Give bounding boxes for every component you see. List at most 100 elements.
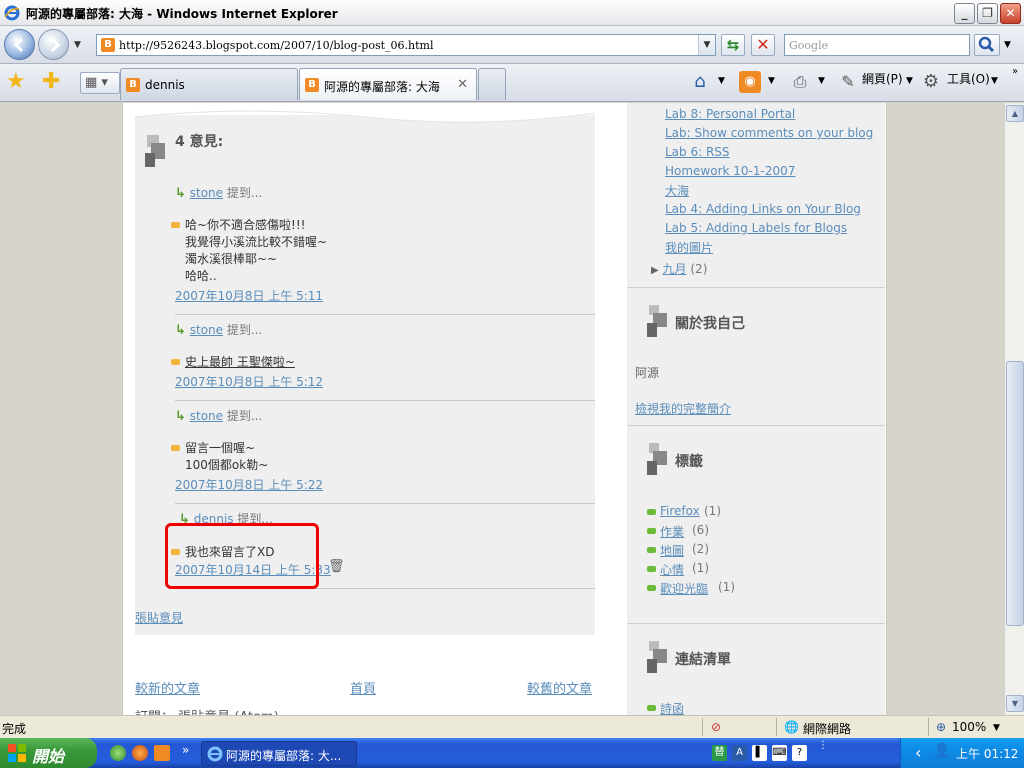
start-button[interactable]: 開始: [0, 738, 97, 768]
subscribe-line[interactable]: 訂閱： 張貼意見 (Atom): [135, 706, 279, 715]
comment-divider: [175, 314, 595, 315]
archive-post-link[interactable]: Lab 4: Adding Links on Your Blog: [665, 202, 861, 216]
media-player-icon[interactable]: [110, 745, 126, 761]
gear-icon[interactable]: ⚙: [920, 71, 942, 93]
search-icon: [978, 36, 995, 53]
label-bullet-icon: [647, 528, 656, 534]
post-comment-link[interactable]: 張貼意見: [135, 609, 183, 626]
history-dropdown-icon[interactable]: ▼: [74, 40, 81, 50]
comment-line-link[interactable]: 史上最帥 王聖傑啦~: [185, 355, 295, 369]
expand-triangle-icon[interactable]: ▶: [651, 265, 659, 276]
tab-close-icon[interactable]: ✕: [457, 77, 468, 92]
home-dropdown-icon[interactable]: ▼: [718, 76, 725, 86]
label-count: (1): [718, 580, 735, 594]
zoom-level[interactable]: 100%: [952, 720, 986, 734]
comment-timestamp-link[interactable]: 2007年10月8日 上午 5:12: [175, 373, 323, 390]
zoom-icon[interactable]: ⊕: [936, 720, 946, 734]
more-chevron-icon[interactable]: »: [1012, 66, 1018, 77]
address-dropdown-icon[interactable]: ▼: [698, 35, 715, 55]
vertical-scrollbar[interactable]: ▲ ▼: [1004, 103, 1024, 715]
comment-timestamp-link[interactable]: 2007年10月8日 上午 5:11: [175, 287, 323, 304]
label-count: (1): [692, 561, 709, 575]
older-post-link[interactable]: 較舊的文章: [527, 678, 592, 697]
archive-post-link[interactable]: 大海: [665, 182, 689, 199]
search-button[interactable]: [974, 34, 1000, 56]
page-icon[interactable]: ✎: [837, 71, 859, 93]
blogger-icon[interactable]: [154, 745, 170, 761]
security-icon[interactable]: ⊘: [711, 720, 721, 734]
print-icon[interactable]: ⎙: [789, 71, 811, 93]
trash-icon[interactable]: 🗑: [328, 559, 345, 574]
label-link[interactable]: 作業: [660, 523, 684, 540]
section-icon: [647, 443, 669, 477]
title-bar: 阿源的專屬部落: 大海 - Windows Internet Explorer …: [0, 0, 1024, 26]
address-field[interactable]: B http://9526243.blogspot.com/2007/10/bl…: [96, 34, 716, 56]
blogger-favicon-icon: B: [126, 78, 140, 92]
firefox-icon[interactable]: [132, 745, 148, 761]
ime-icon[interactable]: 替: [712, 745, 727, 761]
archive-month-link[interactable]: 九月: [663, 262, 687, 276]
label-link[interactable]: Firefox: [660, 504, 700, 518]
search-options-icon[interactable]: ▼: [1004, 40, 1011, 50]
forward-button[interactable]: [38, 29, 69, 60]
address-url[interactable]: http://9526243.blogspot.com/2007/10/blog…: [119, 39, 433, 52]
ie-logo-icon: [207, 746, 223, 762]
restore-button[interactable]: ❐: [977, 3, 998, 24]
new-tab-button[interactable]: [478, 68, 506, 100]
user-icon[interactable]: 👤: [933, 743, 950, 759]
zone-label[interactable]: 網際網路: [803, 720, 851, 737]
quicklaunch-more-icon[interactable]: »: [182, 743, 189, 757]
help-icon[interactable]: ?: [792, 745, 807, 761]
favorites-star-icon[interactable]: ★: [6, 69, 26, 94]
newer-post-link[interactable]: 較新的文章: [135, 678, 200, 697]
tab-active-blog[interactable]: B 阿源的專屬部落: 大海 ✕: [299, 68, 477, 100]
ime-mode-icon[interactable]: A: [732, 745, 747, 761]
tools-menu[interactable]: 工具(O): [947, 70, 990, 87]
zoom-dropdown-icon[interactable]: ▼: [993, 723, 1000, 733]
tab-dennis[interactable]: B dennis: [120, 68, 298, 100]
comment-author-link[interactable]: stone: [190, 186, 223, 200]
stop-button[interactable]: ✕: [751, 34, 775, 56]
label-link[interactable]: 心情: [660, 561, 684, 578]
quick-tabs-button[interactable]: ▦ ▾: [80, 72, 120, 94]
minimize-button[interactable]: _: [954, 3, 975, 24]
label-link[interactable]: 歡迎光臨: [660, 580, 708, 597]
links-heading: 連結清單: [675, 652, 731, 668]
home-link[interactable]: 首頁: [350, 678, 376, 697]
comment-author-link[interactable]: stone: [190, 323, 223, 337]
tray-more-icon[interactable]: ⋮: [818, 740, 828, 751]
search-input[interactable]: Google: [784, 34, 970, 56]
rss-icon[interactable]: ◉: [739, 71, 761, 93]
archive-post-link[interactable]: Lab 5: Adding Labels for Blogs: [665, 221, 847, 235]
add-favorite-icon[interactable]: ✚: [42, 69, 60, 94]
scroll-up-icon[interactable]: ▲: [1006, 105, 1024, 122]
tools-dropdown-icon[interactable]: ▼: [991, 76, 998, 86]
refresh-button[interactable]: ⇆: [721, 34, 745, 56]
scroll-down-icon[interactable]: ▼: [1006, 695, 1024, 712]
home-icon[interactable]: ⌂: [689, 71, 711, 93]
close-button[interactable]: ✕: [1000, 3, 1021, 24]
ime-width-icon[interactable]: ▌: [752, 745, 767, 761]
comment-timestamp-link[interactable]: 2007年10月8日 上午 5:22: [175, 476, 323, 493]
link-list-link[interactable]: 詩函: [660, 700, 684, 715]
back-button[interactable]: [4, 29, 35, 60]
archive-post-link[interactable]: Lab 8: Personal Portal: [665, 107, 795, 121]
said-label: 提到...: [226, 186, 263, 200]
archive-post-link[interactable]: Homework 10-1-2007: [665, 164, 795, 178]
scroll-thumb[interactable]: [1006, 361, 1024, 626]
print-dropdown-icon[interactable]: ▼: [818, 76, 825, 86]
view-profile-link[interactable]: 檢視我的完整簡介: [635, 400, 731, 417]
archive-post-link[interactable]: Lab: Show comments on your blog: [665, 126, 873, 140]
page-menu[interactable]: 網頁(P): [862, 70, 903, 87]
comment-author-link[interactable]: stone: [190, 409, 223, 423]
archive-post-link[interactable]: Lab 6: RSS: [665, 145, 730, 159]
status-text: 完成: [2, 722, 27, 736]
tray-collapse-icon[interactable]: ‹: [915, 743, 921, 762]
ime-keyboard-icon[interactable]: ⌨: [772, 745, 787, 761]
taskbar-window-button[interactable]: 阿源的專屬部落: 大...: [201, 741, 357, 766]
page-dropdown-icon[interactable]: ▼: [906, 76, 913, 86]
rss-dropdown-icon[interactable]: ▼: [768, 76, 775, 86]
comment-line: 濁水溪很棒耶~~: [185, 252, 278, 266]
archive-post-link[interactable]: 我的圖片: [665, 239, 713, 256]
label-link[interactable]: 地圖: [660, 542, 684, 559]
